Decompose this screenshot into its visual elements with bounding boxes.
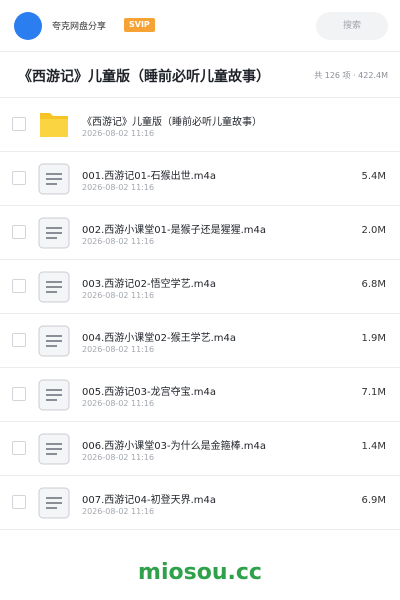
avatar[interactable]	[14, 12, 42, 40]
file-size: 6.8M	[361, 279, 386, 290]
file-date: 2026-08-02 11:16	[82, 237, 155, 246]
select-checkbox[interactable]	[12, 117, 26, 131]
file-size: 5.4M	[361, 171, 386, 182]
list-item[interactable]: 003.西游记02-悟空学艺.m4a 2026-08-02 11:16 6.8M	[0, 260, 400, 314]
file-name: 《西游记》儿童版（睡前必听儿童故事）	[82, 117, 262, 128]
audio-file-icon	[38, 433, 70, 465]
folder-icon	[40, 113, 68, 137]
file-name: 006.西游小课堂03-为什么是金箍棒.m4a	[82, 441, 267, 452]
file-name: 003.西游记02-悟空学艺.m4a	[82, 279, 217, 290]
folder-meta: 共 126 项 · 422.4M	[314, 71, 388, 80]
file-date: 2026-08-02 11:16	[82, 129, 155, 138]
svip-badge: SVIP	[124, 18, 155, 32]
file-date: 2026-08-02 11:16	[82, 507, 155, 516]
file-date: 2026-08-02 11:16	[82, 291, 155, 300]
file-name: 002.西游小课堂01-是猴子还是猩猩.m4a	[82, 225, 267, 236]
list-item[interactable]: 007.西游记04-初登天界.m4a 2026-08-02 11:16 6.9M	[0, 476, 400, 530]
watermark: miosou.cc	[138, 560, 262, 585]
file-name: 004.西游小课堂02-猴王学艺.m4a	[82, 333, 237, 344]
file-size: 1.9M	[361, 333, 386, 344]
list-item[interactable]: 004.西游小课堂02-猴王学艺.m4a 2026-08-02 11:16 1.…	[0, 314, 400, 368]
list-item[interactable]: 006.西游小课堂03-为什么是金箍棒.m4a 2026-08-02 11:16…	[0, 422, 400, 476]
audio-file-icon	[38, 217, 70, 249]
audio-file-icon	[38, 487, 70, 519]
file-size: 7.1M	[361, 387, 386, 398]
file-date: 2026-08-02 11:16	[82, 183, 155, 192]
select-checkbox[interactable]	[12, 495, 26, 509]
file-date: 2026-08-02 11:16	[82, 453, 155, 462]
list-item[interactable]: 005.西游记03-龙宫夺宝.m4a 2026-08-02 11:16 7.1M	[0, 368, 400, 422]
folder-title-bar: 《西游记》儿童版（睡前必听儿童故事） 共 126 项 · 422.4M	[0, 52, 400, 98]
select-checkbox[interactable]	[12, 333, 26, 347]
file-date: 2026-08-02 11:16	[82, 345, 155, 354]
audio-file-icon	[38, 325, 70, 357]
select-checkbox[interactable]	[12, 387, 26, 401]
share-header: 夸克网盘分享 SVIP 搜索	[0, 0, 400, 52]
audio-file-icon	[38, 379, 70, 411]
file-name: 005.西游记03-龙宫夺宝.m4a	[82, 387, 217, 398]
file-size: 1.4M	[361, 441, 386, 452]
select-checkbox[interactable]	[12, 279, 26, 293]
select-checkbox[interactable]	[12, 171, 26, 185]
page-title: 《西游记》儿童版（睡前必听儿童故事）	[18, 69, 270, 85]
file-size: 2.0M	[361, 225, 386, 236]
list-item[interactable]: 《西游记》儿童版（睡前必听儿童故事） 2026-08-02 11:16	[0, 98, 400, 152]
file-date: 2026-08-02 11:16	[82, 399, 155, 408]
list-item[interactable]: 001.西游记01-石猴出世.m4a 2026-08-02 11:16 5.4M	[0, 152, 400, 206]
audio-file-icon	[38, 163, 70, 195]
select-checkbox[interactable]	[12, 225, 26, 239]
file-list: 《西游记》儿童版（睡前必听儿童故事） 2026-08-02 11:16 001.…	[0, 98, 400, 530]
file-name: 001.西游记01-石猴出世.m4a	[82, 171, 217, 182]
file-name: 007.西游记04-初登天界.m4a	[82, 495, 217, 506]
list-item[interactable]: 002.西游小课堂01-是猴子还是猩猩.m4a 2026-08-02 11:16…	[0, 206, 400, 260]
audio-file-icon	[38, 271, 70, 303]
share-owner-name: 夸克网盘分享	[52, 22, 107, 32]
search-input[interactable]: 搜索	[316, 12, 388, 40]
file-size: 6.9M	[361, 495, 386, 506]
select-checkbox[interactable]	[12, 441, 26, 455]
